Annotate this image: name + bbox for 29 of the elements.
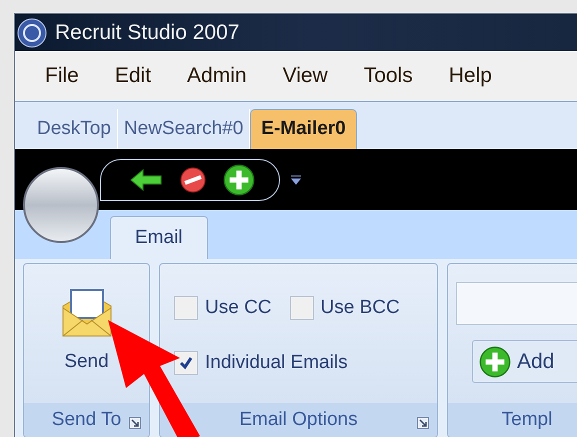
menu-item[interactable]: View [282, 60, 328, 92]
group-title: Templ [502, 408, 552, 432]
dialog-launcher-icon[interactable] [129, 417, 141, 429]
orb-icon[interactable] [22, 166, 100, 244]
dialog-launcher-icon[interactable] [417, 417, 429, 429]
checkmark-icon [178, 354, 194, 371]
menu-item[interactable]: Tools [364, 60, 413, 92]
menu-item[interactable]: Edit [114, 60, 152, 92]
menu-item[interactable]: File [45, 60, 79, 92]
add-button[interactable]: Add [472, 340, 577, 383]
plus-icon [479, 346, 511, 378]
app-logo-icon [17, 18, 47, 48]
plus-icon [223, 164, 255, 196]
group-title: Email Options [239, 408, 358, 432]
send-button[interactable]: Send [60, 288, 112, 403]
dropdown-icon[interactable] [290, 174, 302, 186]
document-tab[interactable]: E-Mailer0 [250, 109, 357, 149]
group-title: Send To [52, 408, 122, 432]
back-arrow-icon[interactable] [129, 168, 163, 192]
envelope-icon [60, 288, 112, 338]
stop-icon[interactable] [179, 166, 207, 194]
menu-item[interactable]: Admin [187, 60, 247, 92]
template-field[interactable] [456, 282, 577, 325]
window-title: Recruit Studio 2007 [55, 20, 240, 46]
ribbon-tab[interactable]: Email [110, 216, 208, 259]
checkbox[interactable]: Use CC [174, 294, 272, 322]
checkbox[interactable]: Individual Emails [174, 348, 348, 377]
checkbox[interactable]: Use BCC [290, 294, 400, 322]
menu-item[interactable]: Help [448, 60, 492, 92]
